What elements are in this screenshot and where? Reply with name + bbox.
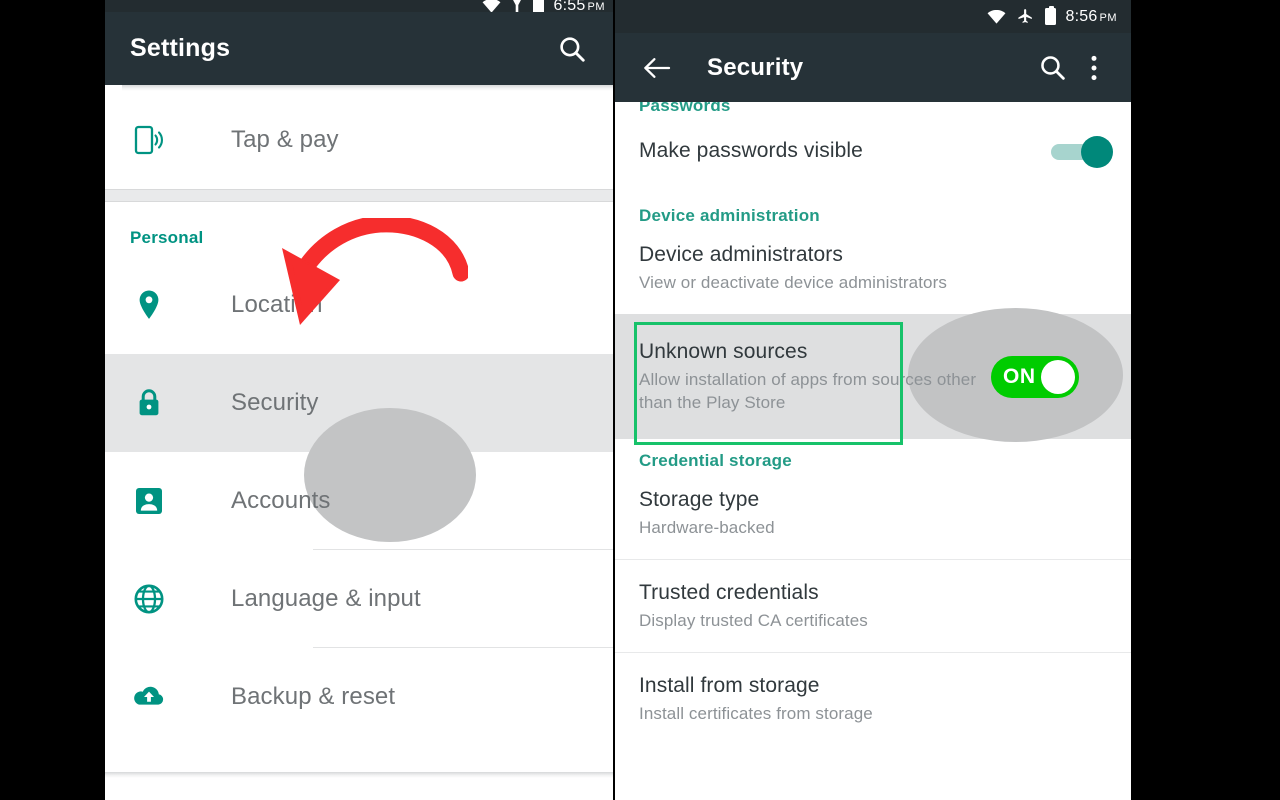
- sidebar-item-label: Backup & reset: [231, 683, 396, 710]
- list-bottom-spacer: [105, 746, 613, 772]
- search-icon[interactable]: [1031, 47, 1073, 89]
- section-header-device-administration: Device administration: [639, 206, 820, 225]
- row-subtitle: Allow installation of apps from sources …: [639, 370, 977, 412]
- search-icon[interactable]: [551, 28, 593, 70]
- lock-icon: [130, 387, 168, 419]
- right-status-time: 8:56 PM: [1065, 7, 1117, 25]
- back-arrow-icon[interactable]: [637, 47, 679, 89]
- row-title: Storage type: [639, 488, 760, 511]
- airplane-mode-icon: [1017, 9, 1032, 23]
- row-storage-type[interactable]: Storage type Hardware-backed: [615, 485, 1131, 559]
- row-device-administrators[interactable]: Device administrators View or deactivate…: [615, 240, 1131, 314]
- right-phone-screen: 8:56 PM Security Passwords Make password…: [615, 0, 1131, 800]
- row-title: Install from storage: [639, 673, 820, 697]
- sidebar-item-security[interactable]: Security: [105, 354, 613, 452]
- row-subtitle: Hardware-backed: [639, 518, 775, 538]
- page-title: Security: [707, 53, 804, 81]
- sidebar-item-backup-reset[interactable]: Backup & reset: [105, 648, 613, 746]
- security-settings-list[interactable]: Passwords Make passwords visible Device …: [615, 96, 1131, 800]
- right-status-bar: 8:56 PM: [615, 0, 1131, 33]
- row-subtitle: Install certificates from storage: [639, 703, 873, 723]
- row-texts: Install from storage Install certificate…: [639, 673, 1107, 726]
- row-title: Unknown sources: [639, 339, 808, 363]
- sidebar-item-language-input[interactable]: Language & input: [105, 550, 613, 648]
- battery-icon: [1044, 6, 1056, 25]
- cloud-upload-icon: [130, 684, 168, 710]
- row-trusted-credentials[interactable]: Trusted credentials Display trusted CA c…: [615, 560, 1131, 652]
- sidebar-item-label: Accounts: [231, 487, 331, 514]
- left-app-bar: Settings: [105, 12, 613, 85]
- globe-icon: [130, 583, 168, 615]
- sidebar-item-label: Security: [231, 389, 319, 416]
- scroll-edge-shadow-bottom: [105, 772, 613, 778]
- right-status-icons: [987, 6, 1056, 25]
- left-phone-screen: 6:55 PM Settings Tap & pay Personal Loca…: [105, 0, 613, 800]
- row-title: Make passwords visible: [639, 139, 863, 163]
- sidebar-item-label: Language & input: [231, 585, 421, 612]
- row-install-from-storage[interactable]: Install from storage Install certificate…: [615, 653, 1131, 745]
- row-texts: Unknown sources Allow installation of ap…: [639, 339, 991, 414]
- row-texts: Make passwords visible: [639, 138, 1051, 164]
- row-subtitle: View or deactivate device administrators: [639, 273, 947, 293]
- page-title: Settings: [130, 34, 231, 62]
- list-item-label: Tap & pay: [231, 126, 339, 153]
- row-subtitle: Display trusted CA certificates: [639, 610, 868, 630]
- right-app-bar: Security: [615, 33, 1131, 102]
- section-header-credential-storage: Credential storage: [639, 451, 792, 470]
- screenshot-stage: 6:55 PM Settings Tap & pay Personal Loca…: [0, 0, 1280, 800]
- toggle-knob: [1041, 359, 1075, 394]
- toggle-state-label: ON: [1003, 364, 1036, 388]
- sidebar-item-location[interactable]: Location: [105, 256, 613, 354]
- row-texts: Storage type Hardware-backed: [639, 487, 1107, 540]
- row-unknown-sources[interactable]: Unknown sources Allow installation of ap…: [615, 308, 1131, 445]
- unknown-sources-toggle[interactable]: ON: [991, 355, 1079, 398]
- list-item[interactable]: Tap & pay: [105, 91, 613, 189]
- location-pin-icon: [130, 289, 168, 321]
- section-header-personal: Personal: [130, 228, 204, 247]
- row-title: Device administrators: [639, 243, 843, 266]
- sidebar-item-label: Location: [231, 291, 323, 318]
- row-texts: Device administrators View or deactivate…: [639, 242, 1107, 295]
- wifi-icon: [987, 9, 1005, 24]
- sidebar-item-accounts[interactable]: Accounts: [105, 452, 613, 550]
- make-passwords-visible-switch[interactable]: [1051, 135, 1113, 168]
- left-status-bar: 6:55 PM: [105, 0, 613, 15]
- section-divider: [105, 189, 613, 202]
- overflow-menu-icon[interactable]: [1073, 47, 1115, 89]
- account-icon: [130, 486, 168, 516]
- tap-and-pay-icon: [130, 124, 168, 156]
- left-settings-list[interactable]: Tap & pay Personal Location Security Acc…: [105, 85, 613, 800]
- row-title: Trusted credentials: [639, 580, 819, 604]
- row-texts: Trusted credentials Display trusted CA c…: [639, 580, 1107, 633]
- row-make-passwords-visible[interactable]: Make passwords visible: [615, 120, 1131, 183]
